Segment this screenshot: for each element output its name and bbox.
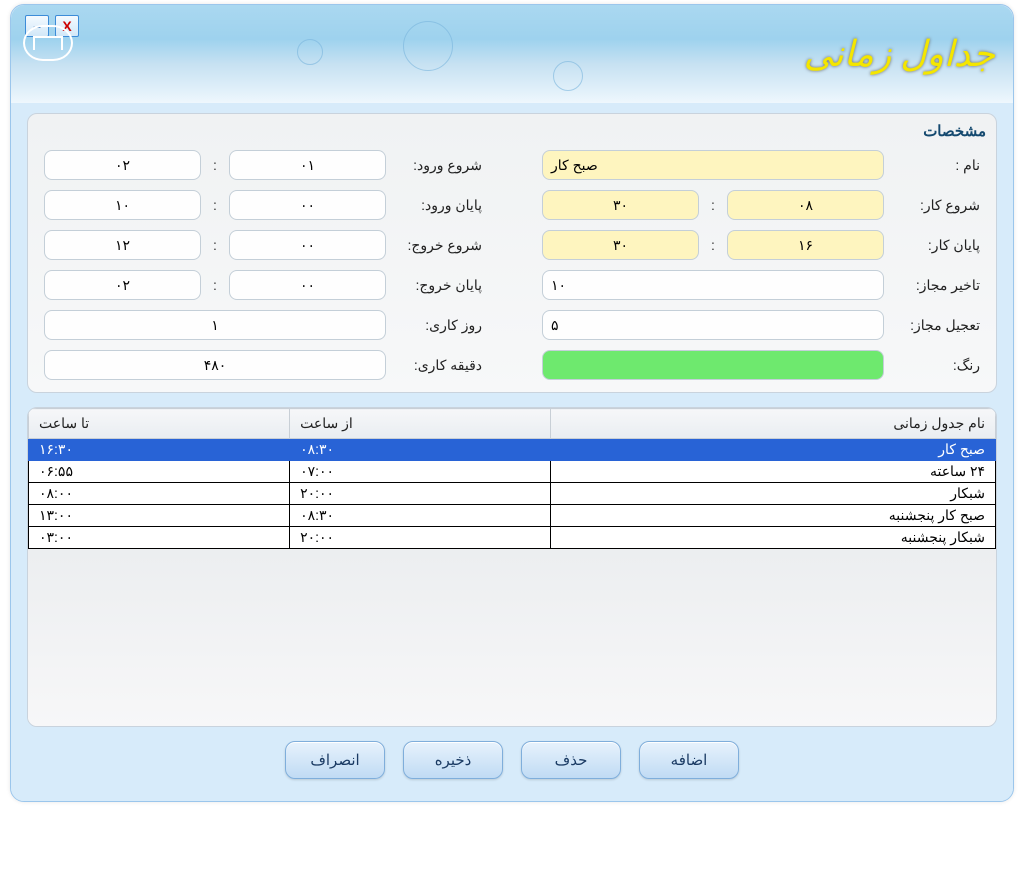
details-panel: مشخصات نام : صبح کار شروع ورود: ۰۱ : ۰۲ — [27, 113, 997, 393]
label-color: رنگ: — [890, 357, 980, 374]
table-row[interactable]: صبح کار پنجشنبه۰۸:۳۰۱۳:۰۰ — [29, 505, 996, 527]
cell-name: شبکار — [551, 483, 996, 505]
allowed-early-field[interactable]: ۵ — [542, 310, 884, 340]
cell-name: صبح کار — [551, 439, 996, 461]
colon-icon: : — [209, 237, 221, 253]
entry-end-h[interactable]: ۰۰ — [229, 190, 386, 220]
colon-icon: : — [209, 157, 221, 173]
table-row[interactable]: ۲۴ ساعته۰۷:۰۰۰۶:۵۵ — [29, 461, 996, 483]
exit-end-h[interactable]: ۰۰ — [229, 270, 386, 300]
delete-button[interactable]: حذف — [521, 741, 621, 779]
label-exit-start: شروع خروج: — [392, 237, 482, 254]
action-bar: اضافه حذف ذخیره انصراف — [27, 727, 997, 783]
save-button[interactable]: ذخیره — [403, 741, 503, 779]
label-allowed-early: تعجیل مجاز: — [890, 317, 980, 334]
col-name[interactable]: نام جدول زمانی — [551, 409, 996, 439]
work-end-m[interactable]: ۳۰ — [542, 230, 699, 260]
cell-from: ۲۰:۰۰ — [290, 483, 551, 505]
label-exit-end: پایان خروج: — [392, 277, 482, 294]
cell-from: ۲۰:۰۰ — [290, 527, 551, 549]
cancel-button[interactable]: انصراف — [285, 741, 385, 779]
colon-icon: : — [209, 277, 221, 293]
cell-from: ۰۸:۳۰ — [290, 439, 551, 461]
table-row[interactable]: شبکار۲۰:۰۰۰۸:۰۰ — [29, 483, 996, 505]
colon-icon: : — [707, 197, 719, 213]
add-button[interactable]: اضافه — [639, 741, 739, 779]
label-work-start: شروع کار: — [890, 197, 980, 214]
table-row[interactable]: صبح کار۰۸:۳۰۱۶:۳۰ — [29, 439, 996, 461]
app-window: X – جداول زمانی مشخصات نام : صبح کار شرو… — [10, 4, 1014, 802]
exit-end-m[interactable]: ۰۲ — [44, 270, 201, 300]
grid-empty-area — [28, 549, 996, 726]
cell-to: ۰۸:۰۰ — [29, 483, 290, 505]
entry-start-h[interactable]: ۰۱ — [229, 150, 386, 180]
cell-to: ۰۳:۰۰ — [29, 527, 290, 549]
cell-from: ۰۷:۰۰ — [290, 461, 551, 483]
app-logo-icon — [23, 25, 73, 61]
label-name: نام : — [890, 157, 980, 174]
schedule-table[interactable]: نام جدول زمانی از ساعت تا ساعت صبح کار۰۸… — [28, 408, 996, 549]
cell-to: ۰۶:۵۵ — [29, 461, 290, 483]
colon-icon: : — [209, 197, 221, 213]
table-row[interactable]: شبکار پنجشنبه۲۰:۰۰۰۳:۰۰ — [29, 527, 996, 549]
cell-to: ۱۳:۰۰ — [29, 505, 290, 527]
grid-panel: نام جدول زمانی از ساعت تا ساعت صبح کار۰۸… — [27, 407, 997, 727]
name-field[interactable]: صبح کار — [542, 150, 884, 180]
work-start-m[interactable]: ۳۰ — [542, 190, 699, 220]
label-work-end: پایان کار: — [890, 237, 980, 254]
col-to[interactable]: تا ساعت — [29, 409, 290, 439]
title-bar: X – جداول زمانی — [11, 5, 1013, 103]
cell-name: ۲۴ ساعته — [551, 461, 996, 483]
entry-end-m[interactable]: ۱۰ — [44, 190, 201, 220]
work-start-h[interactable]: ۰۸ — [727, 190, 884, 220]
exit-start-h[interactable]: ۰۰ — [229, 230, 386, 260]
cell-from: ۰۸:۳۰ — [290, 505, 551, 527]
exit-start-m[interactable]: ۱۲ — [44, 230, 201, 260]
work-day-field[interactable]: ۱ — [44, 310, 386, 340]
label-work-minutes: دقیقه کاری: — [392, 357, 482, 374]
cell-name: شبکار پنجشنبه — [551, 527, 996, 549]
work-end-h[interactable]: ۱۶ — [727, 230, 884, 260]
allowed-delay-field[interactable]: ۱۰ — [542, 270, 884, 300]
col-from[interactable]: از ساعت — [290, 409, 551, 439]
label-allowed-delay: تاخیر مجاز: — [890, 277, 980, 294]
cell-to: ۱۶:۳۰ — [29, 439, 290, 461]
colon-icon: : — [707, 237, 719, 253]
label-work-day: روز کاری: — [392, 317, 482, 334]
panel-title: مشخصات — [44, 122, 986, 140]
window-title: جداول زمانی — [804, 33, 995, 75]
label-entry-end: پایان ورود: — [392, 197, 482, 214]
label-entry-start: شروع ورود: — [392, 157, 482, 174]
work-minutes-field[interactable]: ۴۸۰ — [44, 350, 386, 380]
color-field[interactable] — [542, 350, 884, 380]
content-area: مشخصات نام : صبح کار شروع ورود: ۰۱ : ۰۲ — [11, 103, 1013, 801]
cell-name: صبح کار پنجشنبه — [551, 505, 996, 527]
entry-start-m[interactable]: ۰۲ — [44, 150, 201, 180]
